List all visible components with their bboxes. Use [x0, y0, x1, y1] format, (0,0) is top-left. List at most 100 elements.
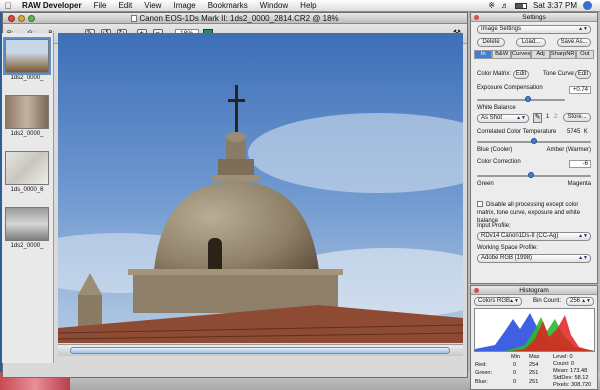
settings-tabs: In B&W Curves Adj SharpNR Out — [474, 50, 595, 59]
working-space-label: Working Space Profile: — [477, 245, 538, 251]
color-correction-field[interactable]: -6 — [569, 160, 591, 168]
disable-processing-option[interactable]: Disable all processing except color matr… — [477, 201, 593, 225]
load-button[interactable]: Load... — [516, 38, 546, 47]
bin-count-select[interactable]: 256 ▲▼ — [566, 297, 594, 306]
menu-help[interactable]: Help — [294, 1, 322, 10]
menu-edit[interactable]: Edit — [112, 1, 138, 10]
wb-slot-2[interactable]: 2 — [554, 114, 557, 120]
white-balance-value: As Shot — [481, 115, 503, 121]
tab-out[interactable]: Out — [575, 50, 595, 58]
chevron-down-icon: ▲▼ — [516, 115, 526, 121]
document-icon — [131, 15, 138, 22]
tone-curve-edit-button[interactable]: Edit — [575, 70, 591, 79]
input-profile-select[interactable]: RDv14 Canon1Ds-II (CC-Ag) ▲▼ — [477, 232, 591, 241]
color-correction-slider[interactable] — [477, 172, 591, 178]
white-balance-select[interactable]: As Shot ▲▼ — [477, 114, 529, 123]
histogram-titlebar[interactable]: Histogram — [471, 286, 597, 295]
cct-slider[interactable] — [477, 138, 591, 144]
menu-window[interactable]: Window — [254, 1, 294, 10]
red-max: 254 — [529, 362, 539, 368]
thumbnail-4[interactable]: 1ds2_0000_ — [5, 207, 49, 249]
cct-left-label: Blue (Cooler) — [477, 147, 513, 153]
close-panel-button[interactable] — [474, 288, 479, 293]
menu-app-name[interactable]: RAW Developer — [16, 1, 88, 10]
preset-select[interactable]: Image Settings ▲▼ — [477, 25, 591, 34]
horizontal-scrollbar[interactable] — [58, 344, 463, 356]
cct-slider-knob[interactable] — [531, 138, 537, 144]
thumbnail-2[interactable]: 1ds2_0000_ — [5, 95, 49, 137]
green-row-label: Green: — [475, 370, 493, 376]
spotlight-icon[interactable] — [583, 1, 592, 10]
blue-min: 0 — [513, 379, 517, 385]
tab-adj[interactable]: Adj — [531, 50, 550, 58]
tab-bw[interactable]: B&W — [492, 50, 511, 58]
color-matrix-label: Color Matrix: — [477, 71, 512, 77]
input-profile-value: RDv14 Canon1Ds-II (CC-Ag) — [481, 233, 559, 239]
volume-icon[interactable]: ♬ — [501, 1, 509, 10]
apple-menu-icon[interactable]:  — [0, 1, 16, 11]
delete-button[interactable]: Delete — [477, 38, 505, 47]
tab-sharpnr[interactable]: SharpNR — [549, 50, 576, 58]
input-profile-label: Input Profile: — [477, 223, 511, 229]
save-as-button[interactable]: Save As... — [557, 38, 591, 47]
working-space-select[interactable]: Adobe RGB (1998) ▲▼ — [477, 254, 591, 263]
green-max: 251 — [529, 370, 539, 376]
mean-stat: Mean: 173.48 — [553, 368, 588, 374]
exposure-slider[interactable] — [477, 96, 565, 102]
thumbnail-1[interactable]: 1ds2_0000_ — [3, 37, 51, 81]
cct-label: Correlated Color Temperature — [477, 129, 557, 135]
tab-curves[interactable]: Curves — [510, 50, 532, 58]
thumbnail-3[interactable]: 1ds_0000_6 — [5, 151, 49, 193]
menu-file[interactable]: File — [88, 1, 113, 10]
chevron-down-icon: ▲▼ — [578, 255, 588, 261]
chevron-down-icon: ▲▼ — [578, 233, 588, 239]
settings-titlebar[interactable]: Settings — [471, 13, 597, 22]
cct-right-label: Amber (Warmer) — [546, 147, 591, 153]
tab-in[interactable]: In — [474, 50, 493, 58]
pixels-stat: Pixels: 308,720 — [553, 382, 592, 388]
exposure-field[interactable]: +0.74 — [569, 86, 591, 94]
menu-clock[interactable]: Sat 3:37 PM — [533, 1, 577, 10]
close-panel-button[interactable] — [474, 15, 479, 20]
bluetooth-icon[interactable]: ※ — [488, 1, 495, 10]
color-correction-label: Color Correction — [477, 159, 521, 165]
red-row-label: Red: — [475, 362, 487, 368]
settings-title: Settings — [522, 14, 546, 21]
thumbnail-image — [5, 151, 49, 185]
color-matrix-edit-button[interactable]: Edit — [513, 70, 529, 79]
menu-view[interactable]: View — [138, 1, 167, 10]
histogram-svg — [475, 313, 594, 351]
filmstrip: 1ds2_0000_ 1ds2_0000_ 1ds_0000_6 1ds2_00… — [2, 33, 54, 363]
preset-value: Image Settings — [481, 26, 522, 32]
cc-left-label: Green — [477, 181, 494, 187]
store-button[interactable]: Store... — [563, 113, 591, 122]
red-min: 0 — [513, 362, 517, 368]
chevron-down-icon: ▲▼ — [581, 298, 591, 304]
histogram-mode-select[interactable]: Colors RGB ▲▼ — [474, 297, 522, 306]
photo-canvas[interactable] — [58, 33, 463, 343]
menu-bookmarks[interactable]: Bookmarks — [202, 1, 254, 10]
menu-image[interactable]: Image — [167, 1, 201, 10]
thumbnail-label: 1ds2_0000_ — [10, 131, 44, 137]
chevron-down-icon: ▲▼ — [578, 26, 588, 32]
cct-field[interactable]: 5745 K — [567, 129, 588, 135]
eyedropper-icon[interactable]: ✎ — [533, 113, 542, 123]
disable-processing-checkbox[interactable] — [477, 201, 483, 207]
thumbnail-label: 1ds2_0000_ — [10, 243, 44, 249]
min-header: Min — [511, 354, 521, 360]
wb-slot-1[interactable]: 1 — [546, 114, 549, 120]
level-stat: Level: 0 — [553, 354, 573, 360]
image-window-titlebar[interactable]: Canon EOS-1Ds Mark II: 1ds2_0000_2814.CR… — [3, 13, 467, 24]
exposure-slider-knob[interactable] — [525, 96, 531, 102]
tone-curve-label: Tone Curve: — [543, 71, 576, 77]
scrollbar-thumb[interactable] — [70, 347, 450, 354]
blue-row-label: Blue: — [475, 379, 488, 385]
blue-max: 251 — [529, 379, 539, 385]
color-correction-slider-knob[interactable] — [528, 172, 534, 178]
battery-icon[interactable] — [514, 2, 527, 9]
disable-processing-label: Disable all processing except color matr… — [477, 202, 581, 224]
thumbnail-image — [5, 95, 49, 129]
settings-panel: Settings Image Settings ▲▼ Delete Load...… — [470, 12, 598, 284]
cct-value: 5745 — [567, 129, 581, 135]
thumbnail-image — [5, 207, 49, 241]
